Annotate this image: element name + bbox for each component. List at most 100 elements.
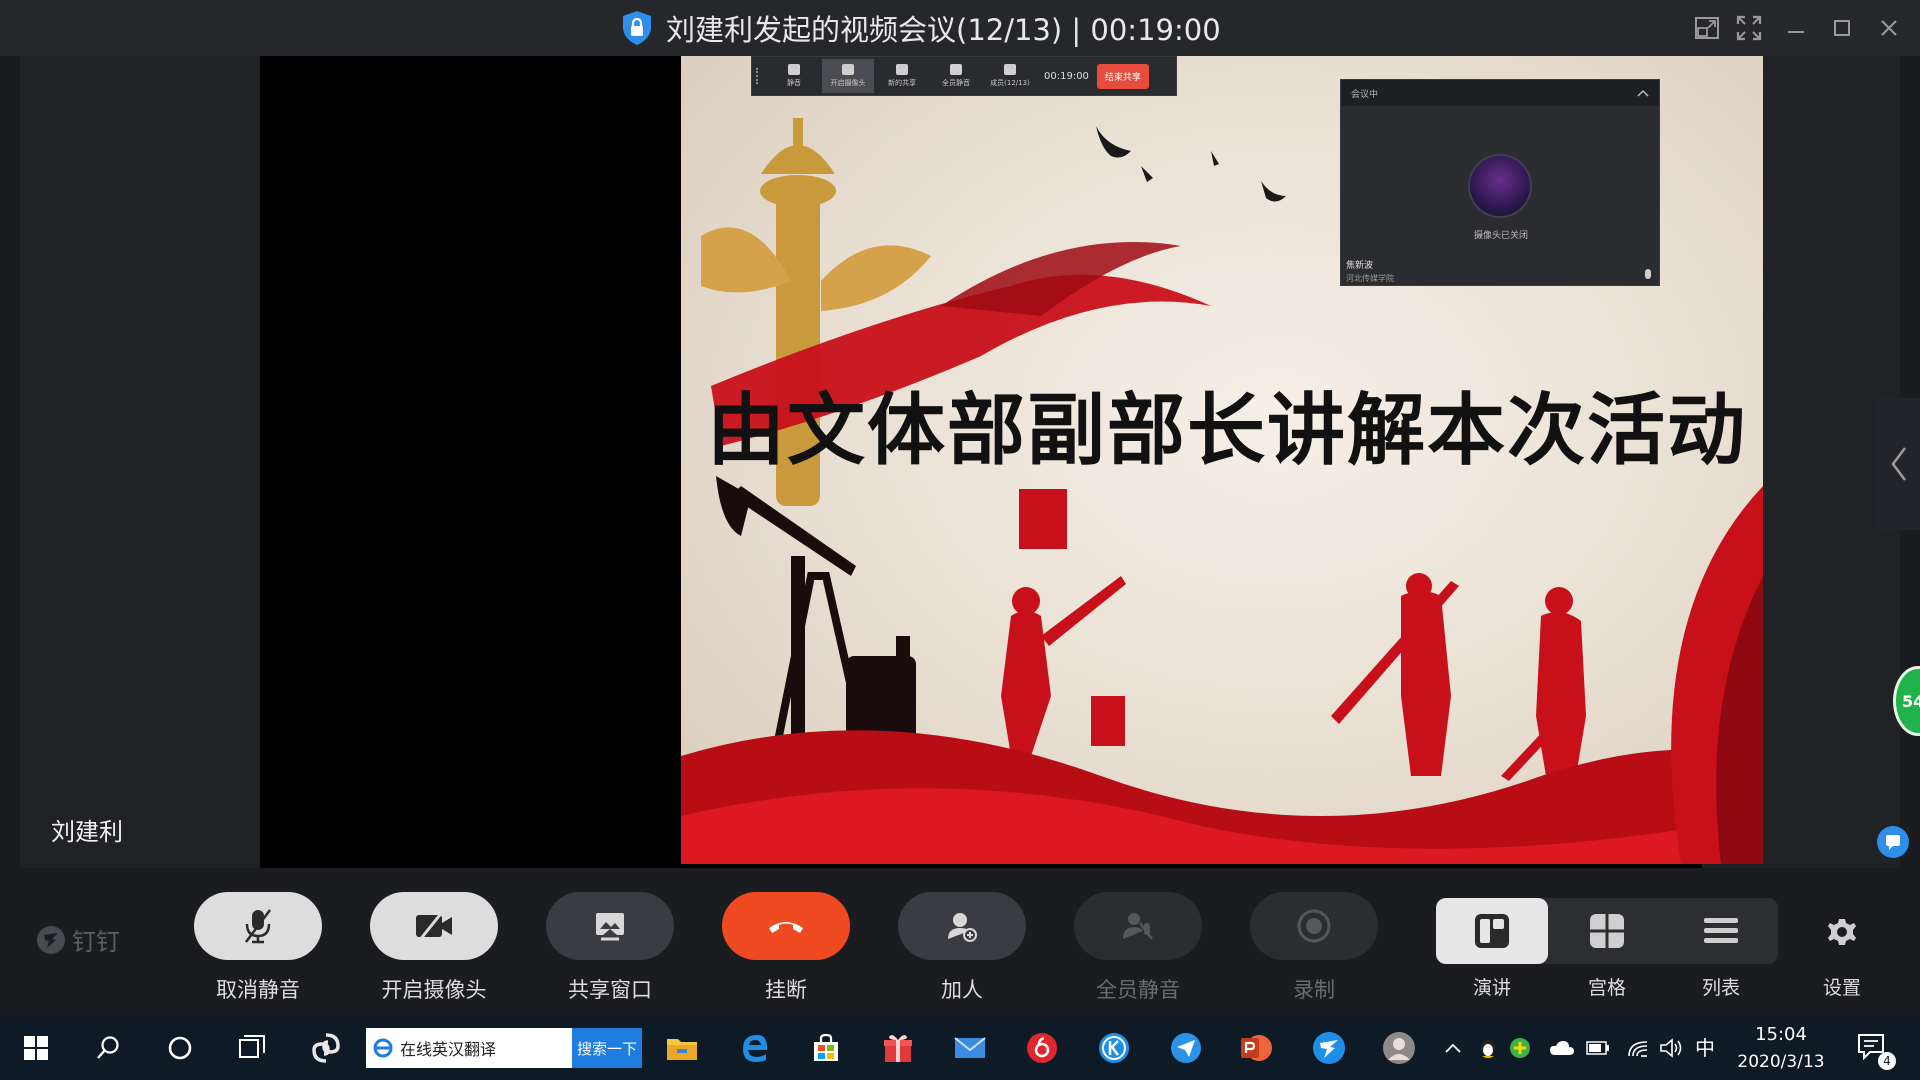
share-toolbar-new-share[interactable]: 新的共享 [876,59,928,93]
tray-wifi[interactable] [1624,1030,1652,1066]
presenter-name: 刘建利 [51,818,123,846]
start-button[interactable] [18,1030,54,1066]
user-avatar-button[interactable] [1381,1030,1417,1066]
camera-pill[interactable] [370,892,498,960]
clock-time[interactable]: 15:04 [1735,1024,1827,1045]
hangup-pill[interactable] [722,892,850,960]
powerpoint-button[interactable] [1238,1030,1274,1066]
netease-music-button[interactable] [1024,1030,1060,1066]
translate-box-text: 在线英汉翻译 [400,1040,497,1059]
camera-icon [842,64,854,75]
kugou-icon [1099,1033,1129,1063]
dingtalk-label: 钉钉 [72,928,120,956]
tray-qq[interactable] [1474,1030,1502,1066]
side-panel-toggle[interactable] [1878,398,1920,530]
share-window-button[interactable]: 共享窗口 [546,892,674,1004]
layout-grid-button[interactable] [1551,898,1663,964]
add-person-label: 加人 [941,978,983,1002]
share-toolbar-camera[interactable]: 开启摄像头 [822,59,874,93]
chevron-up-icon[interactable] [1637,89,1649,97]
maximize-icon[interactable] [1825,12,1859,44]
participant-avatar [1468,154,1532,218]
feishu-button[interactable] [1168,1030,1204,1066]
edge-button[interactable] [737,1030,773,1066]
settings-button[interactable] [1820,916,1864,948]
mute-all-button[interactable]: 全员静音 [1074,892,1202,1004]
tray-cloud[interactable] [1548,1030,1576,1066]
unmute-button[interactable]: 取消静音 [194,892,322,1004]
ie-icon [373,1038,393,1058]
chat-bubble-button[interactable] [1877,826,1909,858]
dingtalk-icon [1313,1032,1345,1064]
layout-grid-label: 宫格 [1587,977,1626,999]
share-toolbar-mute[interactable]: 静音 [768,59,820,93]
hangup-label: 挂断 [765,978,807,1002]
file-explorer-button[interactable] [664,1030,700,1066]
meeting-window: 刘建利发起的视频会议(12/13) | 00:19:00 由文体部副部长讲解本次… [0,0,1920,1080]
dingtalk-taskbar-button[interactable] [1311,1030,1347,1066]
camera-button[interactable]: 开启摄像头 [370,892,498,1004]
share-toolbar-members[interactable]: 成员(12/13) [984,59,1036,93]
store-button[interactable] [808,1030,844,1066]
share-pill[interactable] [546,892,674,960]
gift-app-button[interactable] [880,1030,916,1066]
window-title: 刘建利发起的视频会议(12/13) | 00:19:00 [666,13,1221,47]
ime-indicator[interactable]: 中 [1695,1032,1715,1061]
share-label: 共享窗口 [568,978,652,1002]
search-icon [97,1036,119,1059]
taskbar-app-swirl[interactable] [308,1030,344,1066]
record-icon [1297,909,1331,943]
add-person-pill[interactable] [898,892,1026,960]
layout-list-button[interactable] [1665,898,1777,964]
end-share-button[interactable]: 结束共享 [1096,63,1149,89]
close-icon[interactable] [1872,12,1906,44]
paper-plane-icon [1171,1033,1201,1063]
task-view-button[interactable] [234,1030,270,1066]
folder-icon [667,1039,697,1060]
taskbar-search-button[interactable] [90,1030,126,1066]
taskbar-translate-box[interactable]: 在线英汉翻译 [366,1028,572,1068]
unmute-pill[interactable] [194,892,322,960]
float-window-icon[interactable] [1690,12,1724,44]
add-person-button[interactable]: 加人 [898,892,1026,1004]
minimize-icon[interactable] [1779,12,1813,44]
share-toolbar-mute-all[interactable]: 全员静音 [930,59,982,93]
music-icon [1027,1033,1057,1063]
slide-title: 由文体部副部长讲解本次活动 [706,385,1747,476]
fullscreen-icon[interactable] [1732,12,1766,44]
members-icon [1004,64,1016,75]
mic-icon [788,64,800,75]
speaker-layout-icon [1475,914,1509,948]
clock-date[interactable]: 2020/3/13 [1728,1052,1834,1072]
tray-security[interactable] [1506,1030,1534,1066]
lock-shield-icon [623,11,651,45]
cortana-button[interactable] [162,1030,198,1066]
video-panel-header: 会议中 [1341,80,1659,106]
hangup-button[interactable]: 挂断 [722,892,850,1004]
drag-handle[interactable] [756,68,762,84]
tray-battery[interactable] [1584,1030,1612,1066]
kugou-button[interactable] [1096,1030,1132,1066]
mute-all-label: 全员静音 [1096,978,1180,1002]
tray-expand-button[interactable] [1438,1030,1468,1066]
plus-shield-icon [1510,1038,1530,1058]
share-screen-icon [596,913,624,941]
tray-volume[interactable] [1657,1030,1685,1066]
title-group: 刘建利发起的视频会议(12/13) | 00:19:00 [620,8,1221,48]
participant-video-panel: 会议中 摄像头已关闭 焦新波 河北传媒学院 [1340,79,1660,286]
screen-icon [896,64,908,75]
chevron-up-icon [1445,1043,1461,1053]
mail-icon [954,1037,986,1058]
mail-button[interactable] [952,1030,988,1066]
dingtalk-brand: 钉钉 [36,922,120,957]
camera-off-icon [416,910,452,942]
mute-all-pill[interactable] [1074,892,1202,960]
cortana-icon [168,1036,192,1060]
record-button[interactable]: 录制 [1250,892,1378,1004]
windows-logo-icon [24,1036,48,1060]
add-user-icon [948,913,977,942]
record-pill[interactable] [1250,892,1378,960]
layout-speaker-button[interactable] [1436,898,1548,964]
meeting-status: 会议中 [1351,89,1379,100]
translate-search-button[interactable]: 搜索一下 [572,1028,642,1068]
